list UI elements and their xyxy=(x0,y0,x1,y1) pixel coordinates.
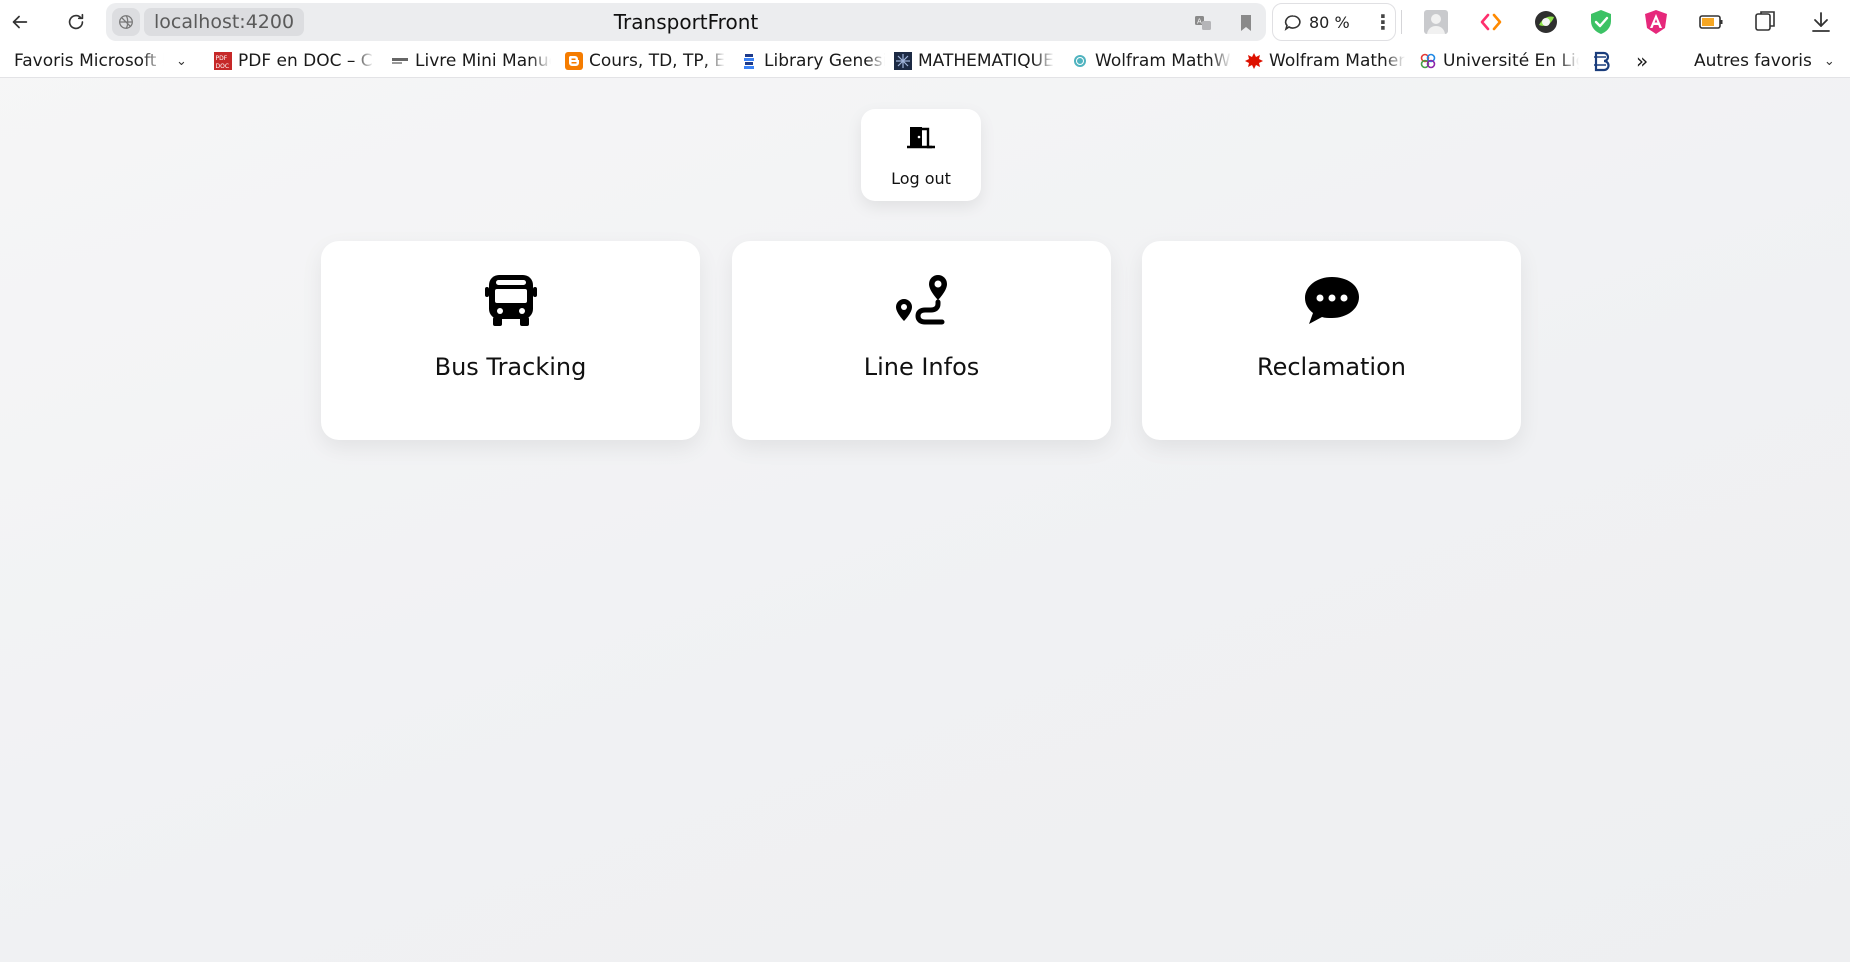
reclamation-card[interactable]: Reclamation xyxy=(1142,241,1521,440)
bookmark-wolfram-mathematica[interactable]: Wolfram Mathematica xyxy=(1245,48,1405,74)
logout-label: Log out xyxy=(891,169,951,188)
logout-button[interactable]: Log out xyxy=(861,109,981,201)
reclamation-label: Reclamation xyxy=(1257,353,1406,381)
wolfram-icon xyxy=(1245,53,1263,69)
svg-text:DOC: DOC xyxy=(216,63,230,70)
bookmark-folder-favoris[interactable]: Favoris Microsoft Edge ⌄ xyxy=(14,48,194,74)
chat-zoom-pill[interactable]: 80 % ⋮ xyxy=(1272,3,1396,41)
bookmark-label: Wolfram MathWorld xyxy=(1095,51,1231,71)
pdf-doc-icon: PDFDOC xyxy=(214,52,232,70)
address-bar[interactable]: localhost:4200 TransportFront A xyxy=(106,3,1266,41)
shield-extension-icon[interactable] xyxy=(1586,7,1616,37)
bookmark-label: PDF en DOC – Convertisseur xyxy=(238,51,374,71)
chat-bubble-icon xyxy=(1305,277,1359,324)
download-icon[interactable] xyxy=(1806,7,1836,37)
b-letter-icon xyxy=(1594,51,1610,72)
battery-icon[interactable] xyxy=(1696,7,1726,37)
bookmarks-overflow-button[interactable]: » xyxy=(1636,48,1656,74)
bookmark-b-icon-item[interactable] xyxy=(1591,48,1615,74)
url-text[interactable]: localhost:4200 xyxy=(144,8,305,36)
bookmark-label: Autres favoris xyxy=(1694,51,1812,71)
bookmarks-bar: Favoris Microsoft Edge ⌄ PDFDOC PDF en D… xyxy=(0,44,1850,78)
bookmark-label: Favoris Microsoft Edge xyxy=(14,51,164,71)
bookmark-label: Wolfram Mathematica xyxy=(1269,51,1405,71)
translate-icon[interactable]: A xyxy=(1191,11,1215,35)
bookmark-livre-mini-manuel[interactable]: Livre Mini Manuel de xyxy=(391,48,551,74)
bookmark-wolfram-mathworld[interactable]: Wolfram MathWorld xyxy=(1071,48,1231,74)
profile-avatar-icon[interactable] xyxy=(1421,7,1451,37)
svg-text:PDF: PDF xyxy=(216,55,228,62)
bookmark-label: Library Genesis xyxy=(764,51,885,71)
book-icon xyxy=(392,58,408,64)
chat-icon xyxy=(1284,15,1301,31)
mathworld-icon xyxy=(1074,55,1086,67)
bookmark-label: Université En Ligne xyxy=(1443,51,1579,71)
line-infos-card[interactable]: Line Infos xyxy=(732,241,1111,440)
bus-tracking-label: Bus Tracking xyxy=(434,353,587,381)
door-exit-icon xyxy=(907,127,935,149)
bookmark-label: Livre Mini Manuel de xyxy=(415,51,551,71)
back-icon[interactable] xyxy=(4,6,36,38)
bookmark-library-genesis[interactable]: Library Genesis xyxy=(740,48,885,74)
code-extension-icon[interactable] xyxy=(1476,7,1506,37)
bookmark-universite-en-ligne[interactable]: Université En Ligne xyxy=(1419,48,1579,74)
bookmark-pdf-en-doc[interactable]: PDFDOC PDF en DOC – Convertisseur xyxy=(214,48,374,74)
bookmark-mathematiques[interactable]: MATHEMATIQUES xyxy=(894,48,1054,74)
zoom-level: 80 % xyxy=(1309,13,1350,32)
math-icon xyxy=(894,52,912,70)
bookmark-icon[interactable] xyxy=(1234,11,1258,35)
bookmark-label: Cours, TD, TP, Examens xyxy=(589,51,725,71)
svg-text:A: A xyxy=(1197,18,1202,26)
library-icon xyxy=(744,54,754,69)
browser-toolbar: localhost:4200 TransportFront A 80 % ⋮ xyxy=(0,0,1850,44)
blogger-icon xyxy=(565,52,583,70)
angular-extension-icon[interactable] xyxy=(1641,7,1671,37)
more-icon[interactable]: ⋮ xyxy=(1373,4,1393,40)
reload-icon[interactable] xyxy=(60,6,92,38)
bus-icon xyxy=(485,275,537,326)
line-infos-label: Line Infos xyxy=(863,353,980,381)
globe-extension-icon[interactable] xyxy=(1531,7,1561,37)
route-icon xyxy=(896,275,947,325)
bookmark-folder-autres-favoris[interactable]: Autres favoris ⌄ xyxy=(1694,48,1844,74)
toolbar-separator xyxy=(1401,10,1402,34)
bus-tracking-card[interactable]: Bus Tracking xyxy=(321,241,700,440)
site-info-icon[interactable] xyxy=(112,8,140,36)
bookmark-label: MATHEMATIQUES xyxy=(918,51,1054,71)
uel-icon xyxy=(1420,53,1436,69)
chevron-down-icon: ⌄ xyxy=(176,53,187,69)
collections-icon[interactable] xyxy=(1751,7,1781,37)
chevron-down-icon: ⌄ xyxy=(1823,53,1835,69)
bookmark-cours-td-tp[interactable]: Cours, TD, TP, Examens xyxy=(565,48,725,74)
